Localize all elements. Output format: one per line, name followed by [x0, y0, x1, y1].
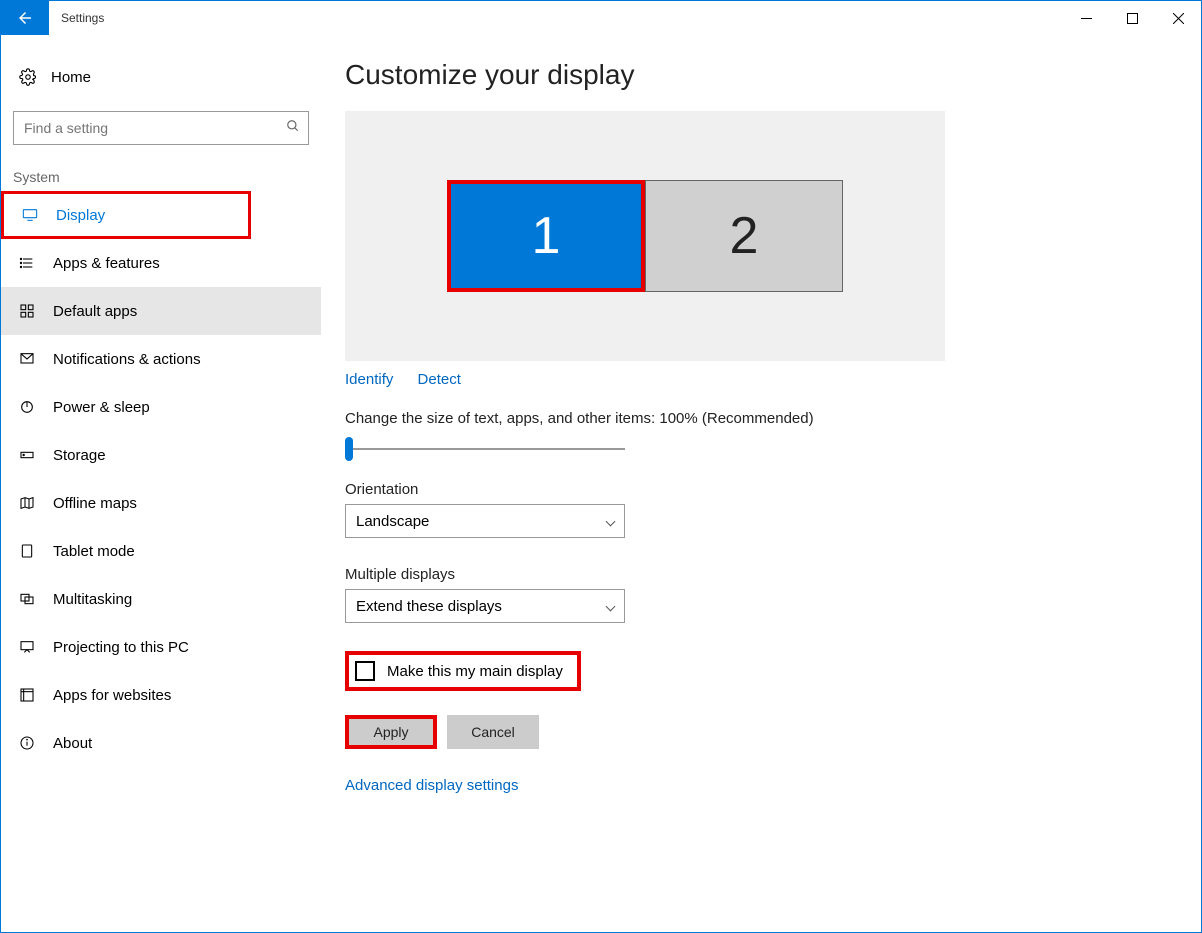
power-icon	[19, 399, 35, 415]
scale-label: Change the size of text, apps, and other…	[345, 410, 1177, 427]
identify-link[interactable]: Identify	[345, 371, 393, 388]
multiple-displays-value: Extend these displays	[356, 598, 502, 615]
sidebar-item-label: Default apps	[53, 303, 137, 320]
info-icon	[19, 735, 35, 751]
sidebar-item-apps-features[interactable]: Apps & features	[1, 239, 321, 287]
chevron-down-icon	[606, 516, 616, 526]
window-title: Settings	[49, 1, 104, 35]
monitor-1[interactable]: 1	[447, 180, 645, 292]
main-display-checkbox[interactable]	[355, 661, 375, 681]
multiple-displays-dropdown[interactable]: Extend these displays	[345, 589, 625, 623]
orientation-dropdown[interactable]: Landscape	[345, 504, 625, 538]
sidebar-item-about[interactable]: About	[1, 719, 321, 767]
orientation-value: Landscape	[356, 513, 429, 530]
apps-websites-icon	[19, 687, 35, 703]
sidebar-item-label: Notifications & actions	[53, 351, 201, 368]
map-icon	[19, 495, 35, 511]
maximize-button[interactable]	[1109, 1, 1155, 35]
sidebar-item-storage[interactable]: Storage	[1, 431, 321, 479]
minimize-button[interactable]	[1063, 1, 1109, 35]
projecting-icon	[19, 639, 35, 655]
advanced-display-settings-link[interactable]: Advanced display settings	[345, 777, 1177, 794]
slider-thumb[interactable]	[345, 437, 353, 461]
search-box[interactable]	[13, 111, 309, 145]
close-icon	[1173, 13, 1184, 24]
sidebar-item-tablet-mode[interactable]: Tablet mode	[1, 527, 321, 575]
sidebar-item-label: Multitasking	[53, 591, 132, 608]
multiple-displays-label: Multiple displays	[345, 566, 1177, 583]
tablet-icon	[19, 543, 35, 559]
home-button[interactable]: Home	[1, 55, 321, 99]
back-button[interactable]	[1, 1, 49, 35]
sidebar-item-notifications[interactable]: Notifications & actions	[1, 335, 321, 383]
grid-icon	[19, 303, 35, 319]
sidebar-item-power-sleep[interactable]: Power & sleep	[1, 383, 321, 431]
section-label: System	[1, 155, 321, 191]
orientation-label: Orientation	[345, 481, 1177, 498]
monitor-icon	[22, 207, 38, 223]
list-icon	[19, 255, 35, 271]
monitor-2[interactable]: 2	[645, 180, 843, 292]
sidebar-item-apps-websites[interactable]: Apps for websites	[1, 671, 321, 719]
cancel-button[interactable]: Cancel	[447, 715, 539, 749]
close-button[interactable]	[1155, 1, 1201, 35]
multitasking-icon	[19, 591, 35, 607]
sidebar-item-label: Power & sleep	[53, 399, 150, 416]
chevron-down-icon	[606, 601, 616, 611]
home-label: Home	[51, 69, 91, 86]
minimize-icon	[1081, 13, 1092, 24]
notifications-icon	[19, 351, 35, 367]
maximize-icon	[1127, 13, 1138, 24]
search-input[interactable]	[14, 112, 308, 144]
display-arrangement-area[interactable]: 1 2	[345, 111, 945, 361]
sidebar-item-label: Projecting to this PC	[53, 639, 189, 656]
sidebar-item-label: Tablet mode	[53, 543, 135, 560]
page-title: Customize your display	[345, 59, 1177, 91]
scale-slider[interactable]	[345, 435, 1177, 463]
titlebar: Settings	[1, 1, 1201, 35]
main-display-label: Make this my main display	[387, 663, 563, 680]
main-display-checkbox-row: Make this my main display	[345, 651, 581, 691]
sidebar-item-label: Storage	[53, 447, 106, 464]
sidebar-item-label: Offline maps	[53, 495, 137, 512]
main-content: Customize your display 1 2 Identify Dete…	[321, 35, 1201, 932]
back-arrow-icon	[16, 9, 34, 27]
detect-link[interactable]: Detect	[418, 371, 461, 388]
sidebar-item-label: Apps & features	[53, 255, 160, 272]
sidebar-item-label: Display	[56, 207, 105, 224]
gear-icon	[19, 68, 37, 86]
sidebar-item-default-apps[interactable]: Default apps	[1, 287, 321, 335]
storage-icon	[19, 447, 35, 463]
sidebar-item-projecting[interactable]: Projecting to this PC	[1, 623, 321, 671]
apply-button[interactable]: Apply	[345, 715, 437, 749]
sidebar-item-label: About	[53, 735, 92, 752]
sidebar-item-display[interactable]: Display	[1, 191, 251, 239]
sidebar-item-offline-maps[interactable]: Offline maps	[1, 479, 321, 527]
sidebar: Home System Display	[1, 35, 321, 932]
sidebar-item-multitasking[interactable]: Multitasking	[1, 575, 321, 623]
sidebar-item-label: Apps for websites	[53, 687, 171, 704]
